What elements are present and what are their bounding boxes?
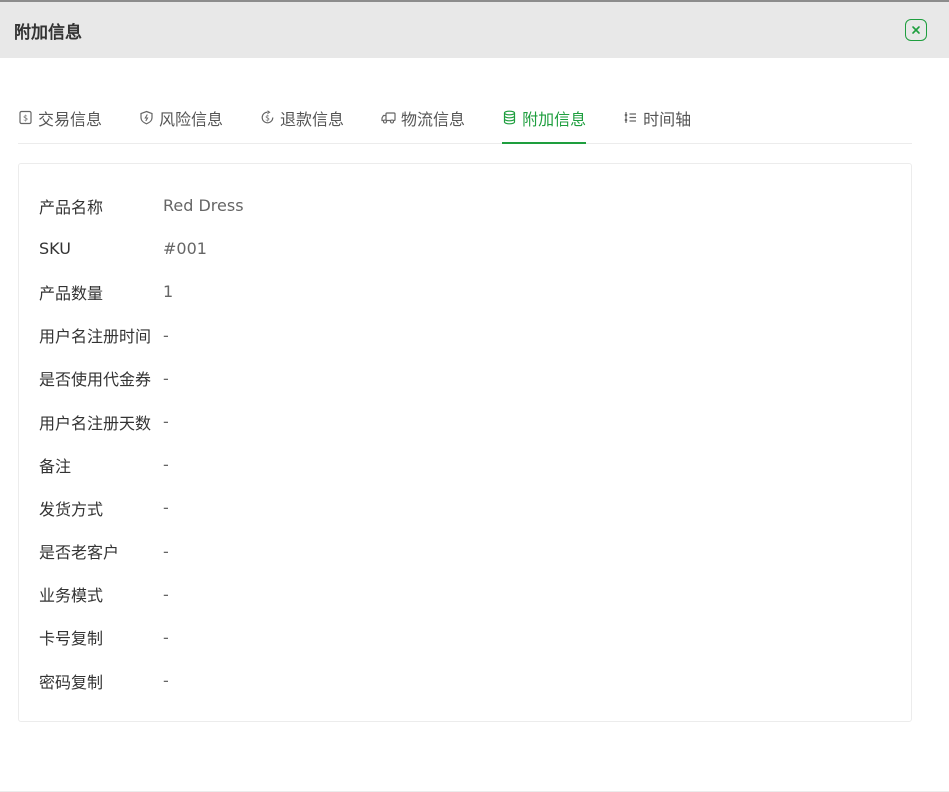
detail-value: - (163, 325, 169, 345)
tab-label: 交易信息 (38, 109, 103, 129)
detail-row-business-mode: 业务模式 - (19, 573, 911, 616)
receipt-icon: $ (18, 110, 33, 125)
detail-row-shipping-method: 发货方式 - (19, 486, 911, 529)
detail-value: 1 (163, 282, 174, 302)
truck-icon (381, 110, 396, 125)
detail-value: - (163, 671, 169, 691)
tab-label: 物流信息 (401, 109, 466, 129)
details-panel: 产品名称 Red Dress SKU #001 产品数量 1 用户名注册时间 -… (18, 163, 912, 722)
detail-row-register-days: 用户名注册天数 - (19, 400, 911, 443)
tab-label: 风险信息 (159, 109, 224, 129)
detail-value: - (163, 584, 169, 604)
detail-label: 产品名称 (39, 197, 104, 217)
detail-value: - (163, 368, 169, 388)
detail-value: - (163, 541, 169, 561)
detail-label: 业务模式 (39, 586, 104, 606)
detail-label: SKU (39, 239, 71, 259)
detail-row-register-time: 用户名注册时间 - (19, 314, 911, 357)
detail-row-returning-customer: 是否老客户 - (19, 530, 911, 573)
detail-label: 是否老客户 (39, 543, 120, 563)
detail-row-remark: 备注 - (19, 443, 911, 486)
tab-bar: $ 交易信息 风险信息 $ 退款信息 物流信息 附加信息 时间轴 (18, 101, 912, 144)
close-button[interactable] (905, 19, 927, 41)
tab-label: 时间轴 (643, 109, 692, 129)
detail-label: 用户名注册天数 (39, 413, 152, 433)
modal-title: 附加信息 (14, 22, 82, 43)
detail-label: 用户名注册时间 (39, 327, 152, 347)
detail-label: 卡号复制 (39, 629, 104, 649)
tab-timeline[interactable]: 时间轴 (623, 101, 691, 134)
timeline-icon (623, 110, 638, 125)
tab-refund-info[interactable]: $ 退款信息 (260, 101, 344, 134)
detail-value: - (163, 627, 169, 647)
detail-row-coupon-used: 是否使用代金券 - (19, 357, 911, 400)
tab-label: 退款信息 (280, 109, 345, 129)
detail-value: #001 (163, 239, 207, 259)
svg-text:$: $ (23, 114, 28, 123)
detail-value: - (163, 455, 169, 475)
detail-label: 密码复制 (39, 672, 104, 692)
close-icon (912, 26, 920, 34)
detail-value: - (163, 498, 169, 518)
database-icon (502, 110, 517, 125)
tab-risk-info[interactable]: 风险信息 (139, 101, 223, 134)
modal-header: 附加信息 (0, 2, 949, 58)
shield-icon (139, 110, 154, 125)
detail-value: - (163, 412, 169, 432)
tab-transaction-info[interactable]: $ 交易信息 (18, 101, 102, 134)
detail-label: 是否使用代金券 (39, 370, 152, 390)
refund-icon: $ (260, 110, 275, 125)
tab-logistics-info[interactable]: 物流信息 (381, 101, 465, 134)
tab-label: 附加信息 (522, 109, 587, 129)
detail-label: 发货方式 (39, 499, 104, 519)
detail-row-sku: SKU #001 (19, 227, 911, 270)
detail-label: 备注 (39, 456, 72, 476)
detail-row-password-copy: 密码复制 - (19, 659, 911, 702)
detail-label: 产品数量 (39, 283, 104, 303)
svg-text:$: $ (265, 113, 270, 122)
detail-row-quantity: 产品数量 1 (19, 270, 911, 313)
additional-info-modal: 附加信息 $ 交易信息 风险信息 $ 退款信息 物流信息 附加信息 时间轴 产品… (0, 0, 949, 792)
detail-row-card-copy: 卡号复制 - (19, 616, 911, 659)
detail-row-product-name: 产品名称 Red Dress (19, 184, 911, 227)
detail-value: Red Dress (163, 196, 244, 216)
tab-additional-info[interactable]: 附加信息 (502, 101, 587, 144)
